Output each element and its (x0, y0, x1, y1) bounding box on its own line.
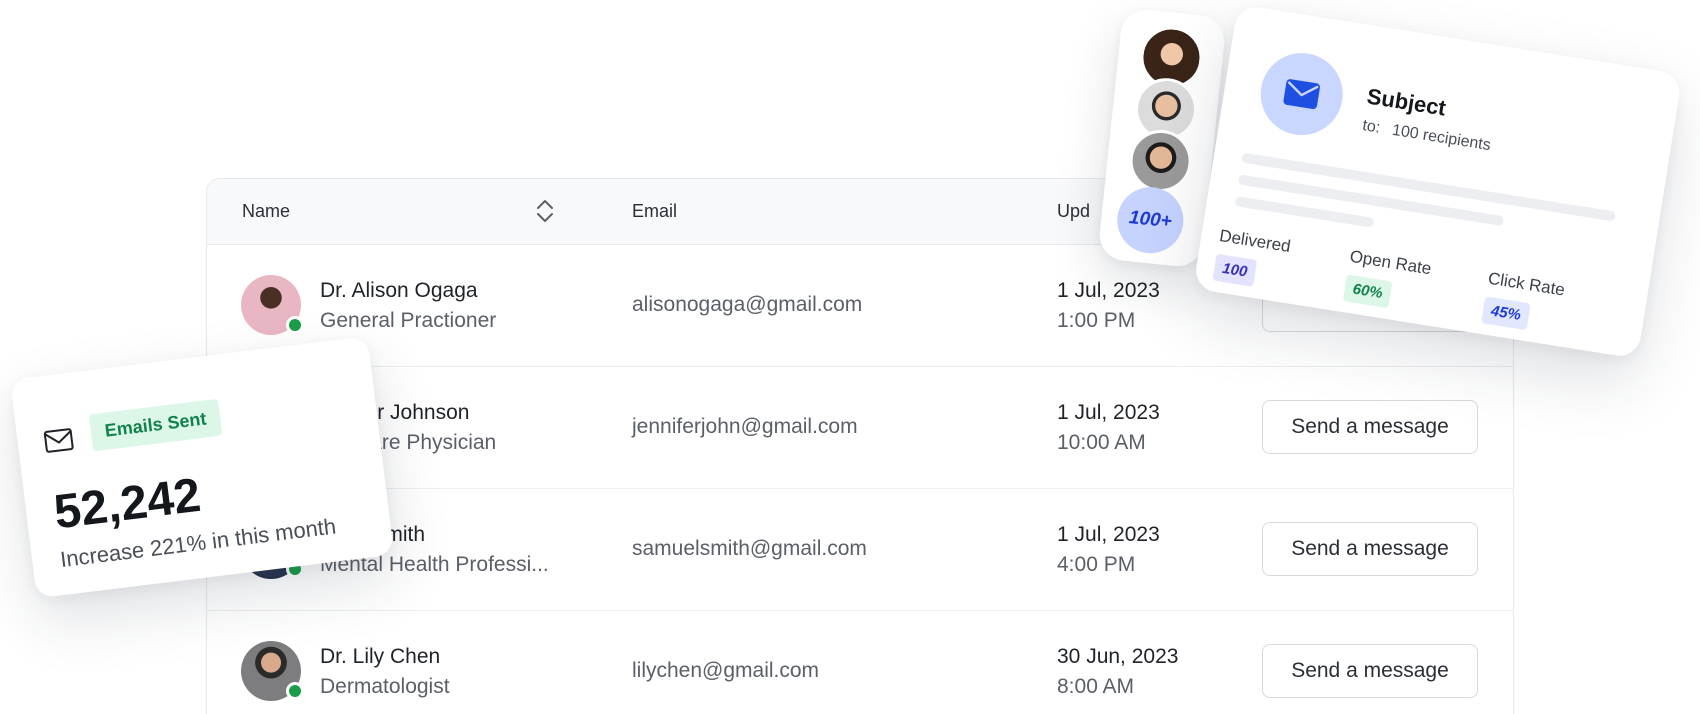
updated-time: 8:00 AM (1057, 675, 1135, 698)
column-header-updated[interactable]: Upd (1057, 201, 1090, 222)
emails-sent-card: Emails Sent 52,242 Increase 221% in this… (10, 336, 395, 599)
person-role: Dermatologist (320, 675, 450, 698)
table-row: ennifer Johnson ary Care Physician jenni… (207, 367, 1513, 489)
recipients-count: 100 recipients (1390, 121, 1492, 155)
metric-value-delivered: 100 (1212, 253, 1258, 287)
email-subject-title: Subject (1365, 83, 1448, 121)
person-email: lilychen@gmail.com (632, 659, 820, 682)
table-row: muel Smith Mental Health Professi... sam… (207, 489, 1513, 611)
metric-value-click-rate: 45% (1481, 296, 1531, 331)
metric-label-click-rate: Click Rate (1486, 268, 1567, 300)
more-recipients-badge[interactable]: 100+ (1114, 183, 1187, 257)
send-message-button[interactable]: Send a message (1262, 400, 1478, 454)
mail-icon (1283, 79, 1320, 109)
recipients-to-label: to: (1361, 117, 1382, 137)
column-header-name[interactable]: Name (242, 201, 290, 222)
person-name: Dr. Alison Ogaga (320, 279, 478, 302)
updated-date: 30 Jun, 2023 (1057, 645, 1179, 668)
updated-time: 1:00 PM (1057, 309, 1136, 332)
emails-sent-count: 52,242 (51, 468, 204, 540)
metric-label-open-rate: Open Rate (1348, 246, 1433, 279)
sort-icon[interactable] (533, 197, 557, 225)
updated-time: 4:00 PM (1057, 553, 1136, 576)
send-message-button[interactable]: Send a message (1262, 522, 1478, 576)
online-status-dot (286, 682, 304, 700)
avatar (241, 275, 304, 335)
column-header-email[interactable]: Email (632, 201, 677, 222)
table-row: Dr. Lily Chen Dermatologist lilychen@gma… (207, 611, 1513, 714)
metric-label-delivered: Delivered (1218, 226, 1292, 257)
person-role: General Practioner (320, 309, 497, 332)
send-message-button[interactable]: Send a message (1262, 644, 1478, 698)
emails-sent-badge: Emails Sent (88, 398, 223, 452)
mail-icon (43, 428, 74, 453)
updated-date: 1 Jul, 2023 (1057, 279, 1160, 302)
person-email: jenniferjohn@gmail.com (632, 415, 858, 438)
avatar (241, 641, 304, 701)
updated-date: 1 Jul, 2023 (1057, 401, 1160, 424)
metric-value-open-rate: 60% (1342, 274, 1393, 309)
online-status-dot (286, 316, 304, 334)
person-email: samuelsmith@gmail.com (632, 537, 867, 560)
person-email: alisonogaga@gmail.com (632, 293, 863, 316)
person-name: Dr. Lily Chen (320, 645, 441, 668)
updated-date: 1 Jul, 2023 (1057, 523, 1160, 546)
updated-time: 10:00 AM (1057, 431, 1146, 454)
recipient-avatar (1126, 126, 1195, 196)
mail-icon-circle (1254, 47, 1349, 141)
